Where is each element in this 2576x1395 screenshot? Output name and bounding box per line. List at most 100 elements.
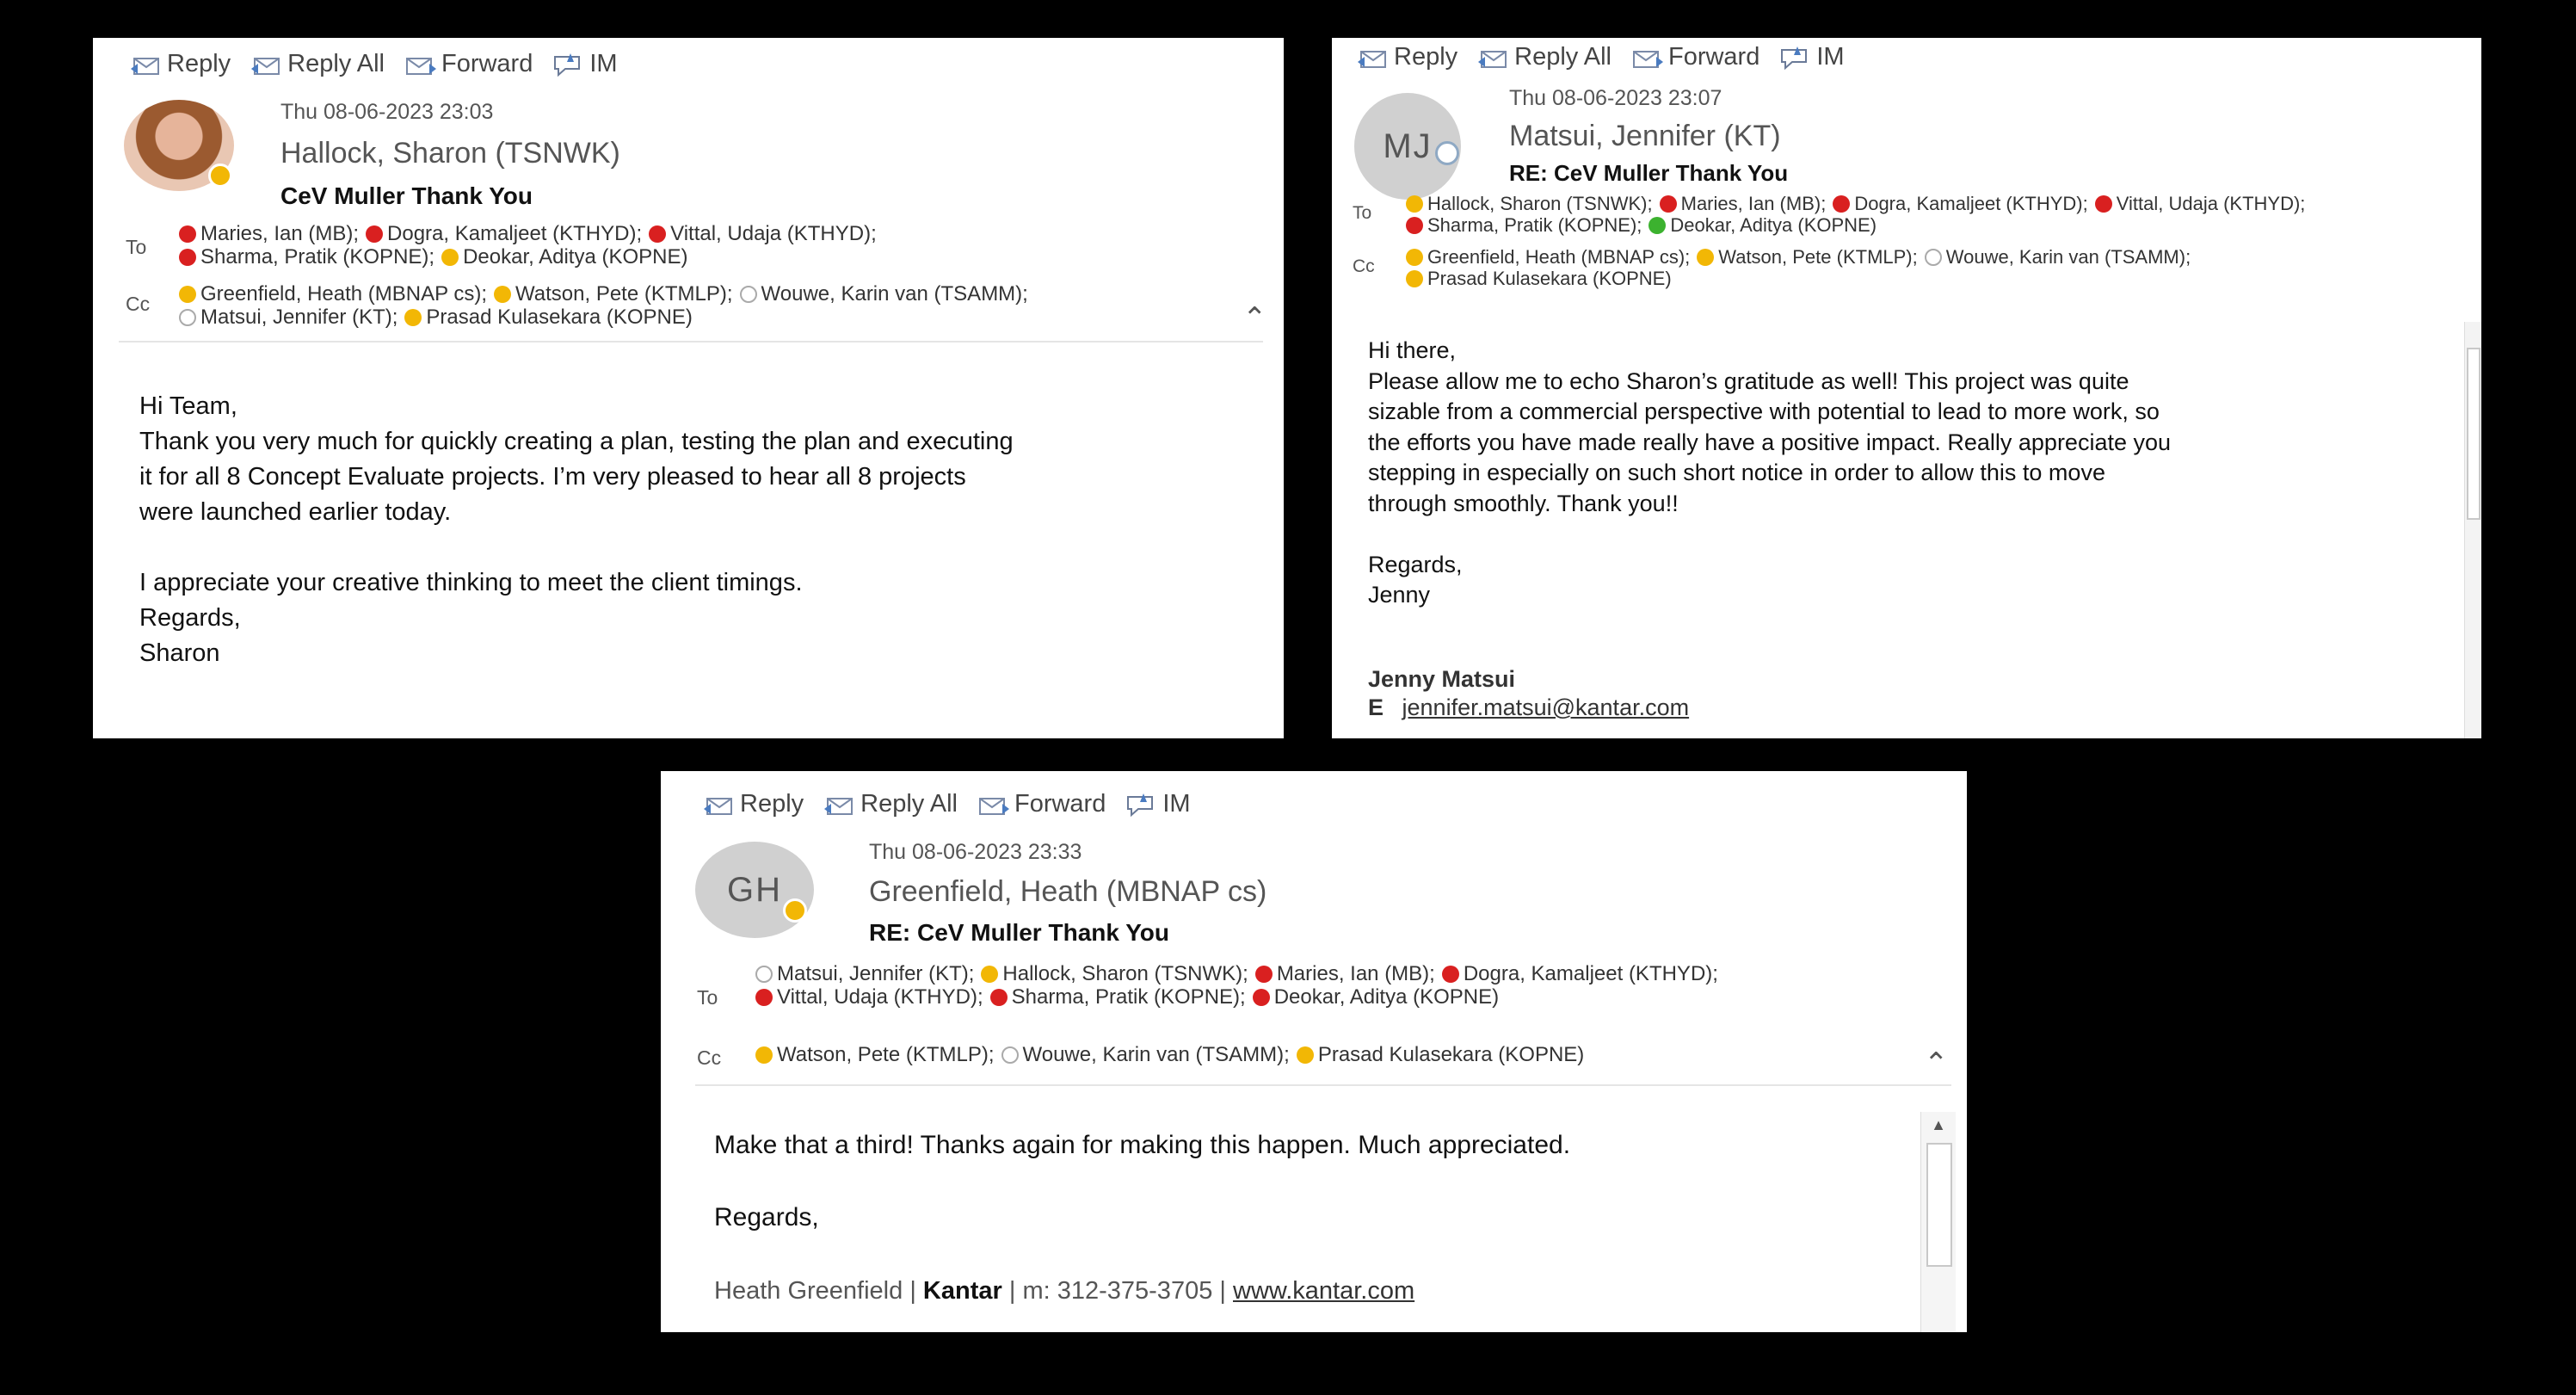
recipient[interactable]: Vittal, Udaja (KTHYD); <box>2094 193 2306 214</box>
recipient[interactable]: Hallock, Sharon (TSNWK); <box>1406 193 1653 214</box>
recipient-name: Prasad Kulasekara (KOPNE) <box>1427 268 1672 289</box>
email-toolbar: Reply Reply All Forward IM <box>1356 43 1845 71</box>
recipient-name: Sharma, Pratik (KOPNE); <box>1427 214 1642 236</box>
recipient[interactable]: Vittal, Udaja (KTHYD); <box>755 985 983 1009</box>
recipient[interactable]: Maries, Ian (MB); <box>179 222 359 245</box>
signature-name: Heath Greenfield <box>714 1277 903 1305</box>
body-line: Hi Team, <box>139 392 237 420</box>
scroll-up-arrow-icon[interactable]: ▲ <box>1921 1112 1956 1138</box>
im-button[interactable]: IM <box>1778 43 1845 71</box>
scrollbar-thumb[interactable] <box>1926 1143 1952 1267</box>
signature-company: Kantar <box>922 1277 1002 1305</box>
recipient[interactable]: Vittal, Udaja (KTHYD); <box>649 222 877 245</box>
sent-date: Thu 08-06-2023 23:07 <box>1509 86 1722 110</box>
body-line: it for all 8 Concept Evaluate projects. … <box>139 463 966 491</box>
presence-away-icon <box>208 164 232 188</box>
to-recipients: Hallock, Sharon (TSNWK); Maries, Ian (MB)… <box>1406 193 2370 236</box>
forward-button[interactable]: Forward <box>1630 43 1759 71</box>
reply-all-icon <box>823 792 857 818</box>
recipient-name: Dogra, Kamaljeet (KTHYD); <box>387 222 643 245</box>
recipient[interactable]: Dogra, Kamaljeet (KTHYD); <box>366 222 642 245</box>
email-header: Thu 08-06-2023 23:07 Matsui, Jennifer (K… <box>1509 86 1788 187</box>
recipient[interactable]: Prasad Kulasekara (KOPNE) <box>404 306 693 329</box>
recipient[interactable]: Greenfield, Heath (MBNAP cs); <box>1406 246 1690 268</box>
recipient-name: Vittal, Udaja (KTHYD); <box>2116 193 2306 214</box>
to-label: To <box>697 986 718 1009</box>
presence-busy-icon <box>1406 217 1423 234</box>
recipient-name: Prasad Kulasekara (KOPNE) <box>426 306 693 329</box>
forward-button[interactable]: Forward <box>404 50 533 78</box>
recipient[interactable]: Watson, Pete (KTMLP); <box>494 282 733 306</box>
recipient-name: Maries, Ian (MB); <box>200 222 360 245</box>
recipient[interactable]: Sharma, Pratik (KOPNE); <box>1406 214 1642 236</box>
recipient[interactable]: Deokar, Aditya (KOPNE) <box>1649 214 1877 236</box>
recipient-name: Greenfield, Heath (MBNAP cs); <box>1427 246 1691 268</box>
recipient-name: Dogra, Kamaljeet (KTHYD); <box>1463 962 1718 985</box>
recipient-name: Watson, Pete (KTMLP); <box>777 1043 995 1066</box>
body-line: Make that a third! Thanks again for maki… <box>714 1131 1571 1159</box>
recipient[interactable]: Greenfield, Heath (MBNAP cs); <box>179 282 487 306</box>
recipient[interactable]: Wouwe, Karin van (TSAMM); <box>1924 246 2191 268</box>
reply-button[interactable]: Reply <box>702 790 804 818</box>
reply-button[interactable]: Reply <box>129 50 231 78</box>
email-prefix: E <box>1368 694 1384 720</box>
to-recipients: Matsui, Jennifer (KT); Hallock, Sharon (T… <box>755 962 1736 1009</box>
recipient[interactable]: Watson, Pete (KTMLP); <box>755 1043 995 1066</box>
presence-busy-icon <box>1252 989 1270 1006</box>
forward-icon <box>404 52 438 77</box>
reply-all-icon <box>250 52 284 77</box>
sender-name[interactable]: Hallock, Sharon (TSNWK) <box>280 137 620 170</box>
recipient[interactable]: Prasad Kulasekara (KOPNE) <box>1406 268 1672 289</box>
recipient[interactable]: Maries, Ian (MB); <box>1254 962 1435 985</box>
to-recipients: Maries, Ian (MB); Dogra, Kamaljeet (KTHYD… <box>179 222 1125 269</box>
email-header: Thu 08-06-2023 23:33 Greenfield, Heath (… <box>869 840 1266 947</box>
recipient[interactable]: Wouwe, Karin van (TSAMM); <box>739 282 1028 306</box>
scrollbar-thumb[interactable] <box>2467 348 2480 520</box>
recipient[interactable]: Hallock, Sharon (TSNWK); <box>981 962 1248 985</box>
presence-away-icon <box>1406 249 1423 266</box>
recipient[interactable]: Dogra, Kamaljeet (KTHYD); <box>1441 962 1718 985</box>
body-line: Regards, <box>1368 551 1463 577</box>
to-label: To <box>1353 203 1372 223</box>
reply-all-button[interactable]: Reply All <box>823 790 958 818</box>
recipient[interactable]: Prasad Kulasekara (KOPNE) <box>1296 1043 1584 1066</box>
vertical-scrollbar[interactable]: ▲ <box>1920 1112 1956 1332</box>
reply-all-button[interactable]: Reply All <box>1476 43 1612 71</box>
reply-button[interactable]: Reply <box>1356 43 1457 71</box>
vertical-scrollbar[interactable] <box>2464 322 2481 738</box>
recipient[interactable]: Maries, Ian (MB); <box>1659 193 1826 214</box>
email-body: Make that a third! Thanks again for maki… <box>714 1127 1901 1236</box>
website-link[interactable]: www.kantar.com <box>1233 1277 1414 1305</box>
body-line: were launched earlier today. <box>139 498 452 526</box>
sender-name[interactable]: Matsui, Jennifer (KT) <box>1509 120 1788 153</box>
presence-busy-icon <box>755 989 773 1006</box>
recipient[interactable]: Deokar, Aditya (KOPNE) <box>441 245 688 269</box>
recipient[interactable]: Wouwe, Karin van (TSAMM); <box>1001 1043 1290 1066</box>
cc-recipients: Greenfield, Heath (MBNAP cs); Watson, Pet… <box>1406 246 2438 289</box>
forward-button[interactable]: Forward <box>977 790 1106 818</box>
collapse-header-chevron-up-icon[interactable]: ⌃ <box>1242 301 1267 336</box>
recipient-name: Wouwe, Karin van (TSAMM); <box>1022 1043 1290 1066</box>
presence-avail-icon <box>1649 217 1667 234</box>
signature-separator: | <box>1219 1277 1226 1305</box>
collapse-header-chevron-up-icon[interactable]: ⌃ <box>1924 1046 1949 1081</box>
recipient-name: Hallock, Sharon (TSNWK); <box>1002 962 1248 985</box>
recipient[interactable]: Dogra, Kamaljeet (KTHYD); <box>1833 193 2088 214</box>
presence-busy-icon <box>989 989 1008 1006</box>
presence-busy-icon <box>2094 195 2112 213</box>
recipient[interactable]: Sharma, Pratik (KOPNE); <box>179 245 434 269</box>
sender-name[interactable]: Greenfield, Heath (MBNAP cs) <box>869 875 1266 909</box>
recipient[interactable]: Sharma, Pratik (KOPNE); <box>989 985 1246 1009</box>
email-link[interactable]: jennifer.matsui@kantar.com <box>1402 694 1690 720</box>
recipient-name: Sharma, Pratik (KOPNE); <box>200 245 435 269</box>
recipient-name: Matsui, Jennifer (KT); <box>777 962 975 985</box>
recipient[interactable]: Matsui, Jennifer (KT); <box>755 962 974 985</box>
recipient[interactable]: Watson, Pete (KTMLP); <box>1697 246 1918 268</box>
im-button[interactable]: IM <box>1125 790 1191 818</box>
presence-off-icon <box>755 966 773 983</box>
reply-all-button[interactable]: Reply All <box>250 50 385 78</box>
header-divider <box>119 341 1263 343</box>
recipient[interactable]: Matsui, Jennifer (KT); <box>179 306 397 329</box>
recipient[interactable]: Deokar, Aditya (KOPNE) <box>1252 985 1499 1009</box>
im-button[interactable]: IM <box>552 50 618 78</box>
